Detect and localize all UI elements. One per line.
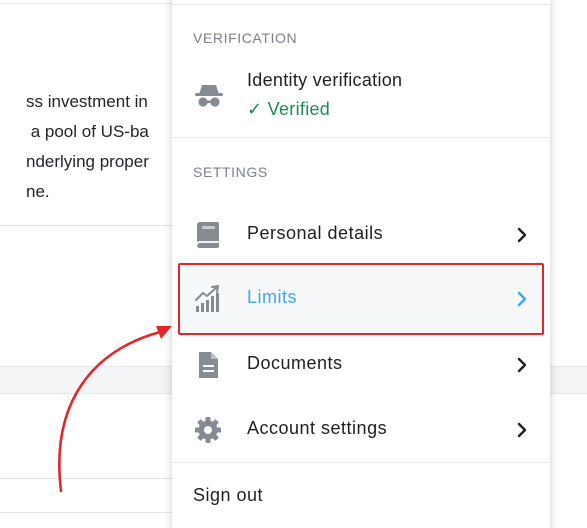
- bg-line-1: ss investment in: [26, 92, 148, 111]
- menu-item-documents[interactable]: Documents: [172, 336, 550, 394]
- bg-divider: [0, 478, 172, 479]
- menu-divider: [172, 4, 550, 5]
- verification-section-header: VERIFICATION: [193, 30, 298, 46]
- menu-item-personal-details[interactable]: Personal details: [172, 206, 550, 264]
- account-dropdown-menu: VERIFICATION Identity verification ✓ Ver…: [172, 0, 550, 528]
- chevron-right-icon: [517, 357, 527, 373]
- menu-item-limits[interactable]: Limits: [172, 263, 550, 335]
- passport-book-icon: [196, 222, 219, 248]
- sign-out-link[interactable]: Sign out: [193, 485, 263, 506]
- bg-divider: [0, 225, 172, 226]
- menu-divider: [172, 137, 550, 138]
- bg-line-4: ne.: [26, 182, 50, 201]
- chevron-right-icon: [517, 422, 527, 438]
- menu-divider: [172, 462, 550, 463]
- identity-verification-row[interactable]: Identity verification ✓ Verified: [172, 68, 550, 136]
- incognito-spy-icon: [195, 85, 223, 107]
- bg-line-3: nderlying proper: [26, 152, 149, 171]
- highlight-annotation-box: [178, 263, 544, 335]
- bg-divider: [0, 3, 172, 4]
- bg-paragraph: ss investment in a pool of US-ba nderlyi…: [26, 87, 149, 207]
- chevron-right-icon: [517, 227, 527, 243]
- verified-status: ✓ Verified: [247, 99, 331, 119]
- identity-verification-title: Identity verification: [247, 70, 403, 90]
- settings-section-header: SETTINGS: [193, 164, 268, 180]
- bg-line-2: a pool of US-ba: [26, 122, 149, 141]
- rising-bars-chart-icon: [195, 285, 219, 312]
- gear-icon: [195, 417, 221, 443]
- menu-item-account-settings[interactable]: Account settings: [172, 401, 550, 459]
- menu-item-label: Documents: [247, 353, 343, 373]
- document-icon: [199, 352, 218, 378]
- menu-item-label: Account settings: [247, 418, 388, 438]
- bg-divider: [0, 512, 172, 513]
- menu-item-label: Personal details: [247, 223, 384, 243]
- chevron-right-icon: [517, 291, 527, 307]
- menu-item-label: Limits: [247, 287, 298, 307]
